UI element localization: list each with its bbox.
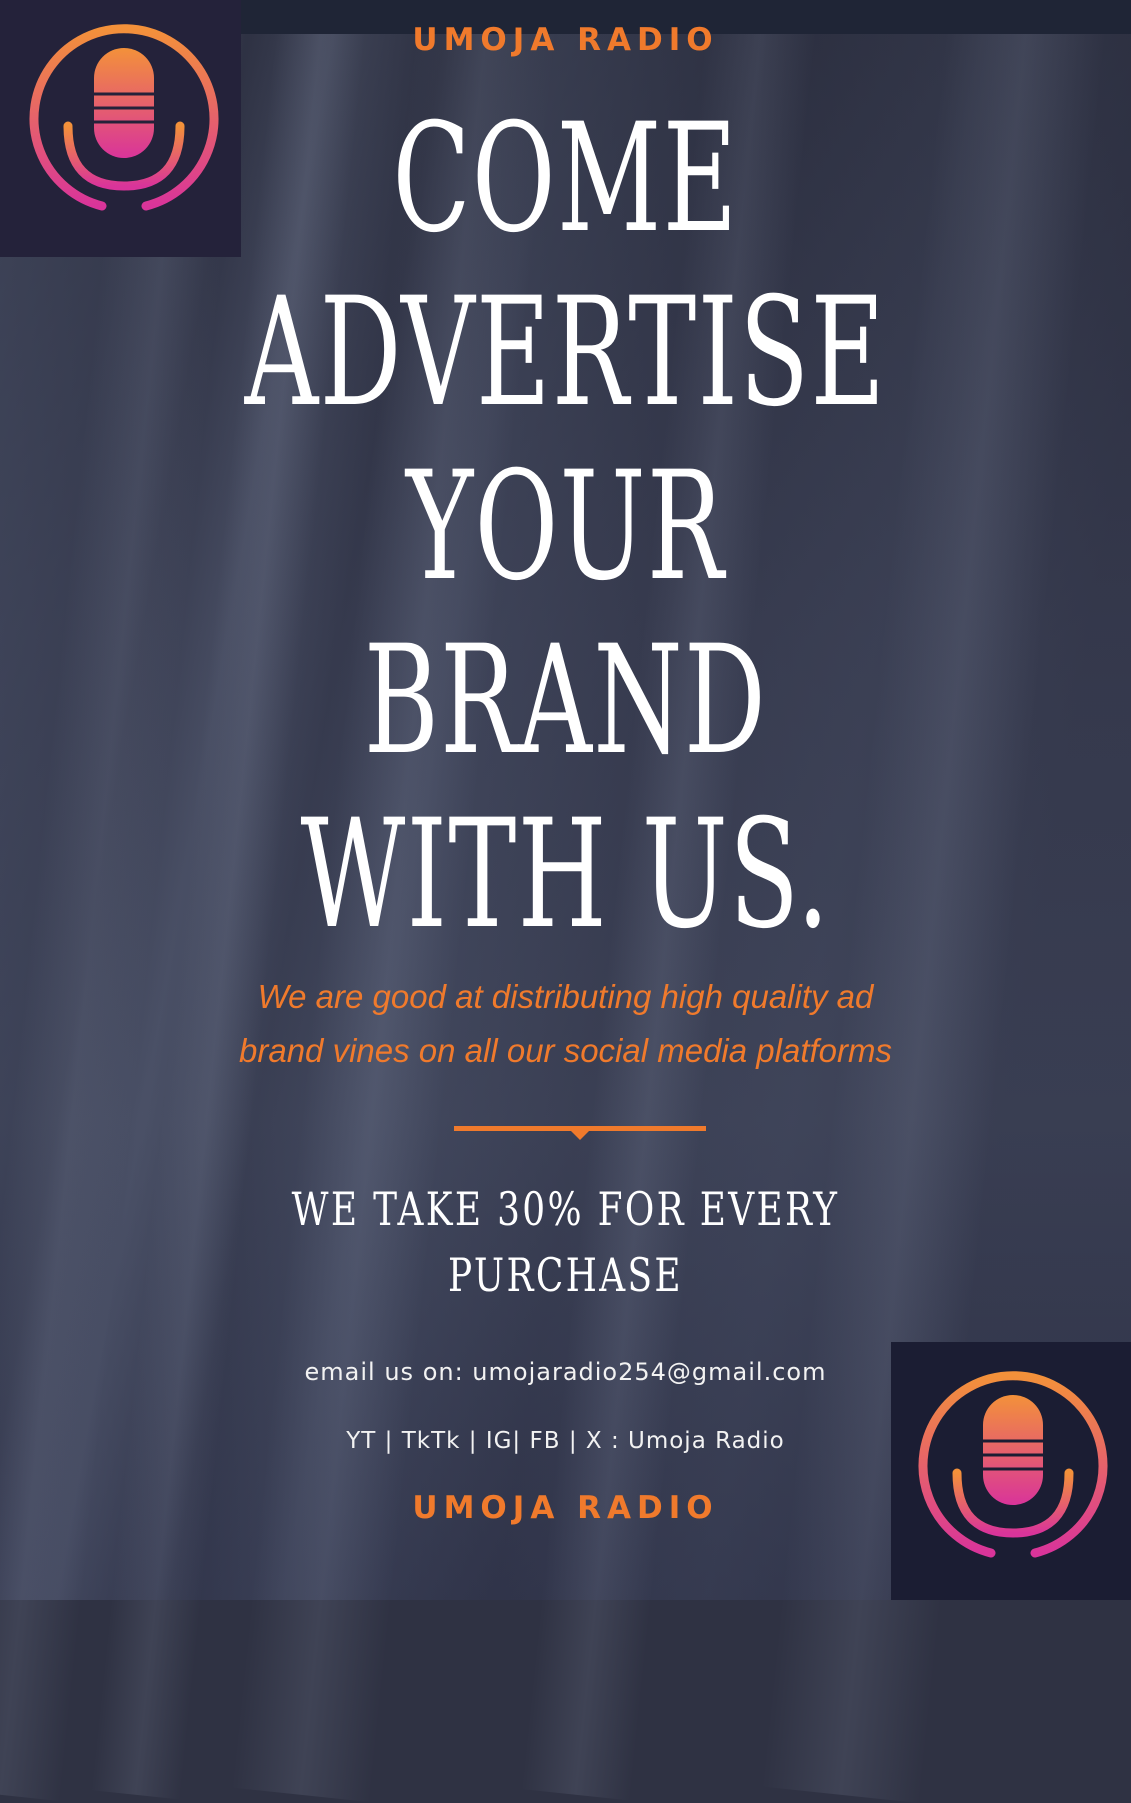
headline-line: YOUR: [405, 440, 726, 614]
logo-box-bottom-right: [891, 1342, 1131, 1600]
headline-line: BRAND: [363, 614, 768, 788]
offer-line: WE TAKE 30% FOR EVERY: [291, 1182, 840, 1236]
offer-line: PURCHASE: [448, 1248, 683, 1302]
divider-notch: [570, 1130, 590, 1140]
tagline: We are good at distributing high quality…: [150, 970, 981, 1078]
tagline-line: brand vines on all our social media plat…: [239, 1032, 892, 1069]
tagline-line: We are good at distributing high quality…: [257, 978, 874, 1015]
headline-line: WITH US.: [300, 788, 831, 962]
headline-line: COME: [392, 92, 739, 266]
offer-text: WE TAKE 30% FOR EVERY PURCHASE: [124, 1176, 1006, 1308]
podcast-microphone-logo-icon: [918, 1371, 1108, 1593]
headline-line: ADVERTISE: [244, 266, 887, 440]
headline: COME ADVERTISE YOUR BRAND WITH US.: [181, 92, 950, 962]
brand-name-top: UMOJA RADIO: [412, 22, 719, 58]
